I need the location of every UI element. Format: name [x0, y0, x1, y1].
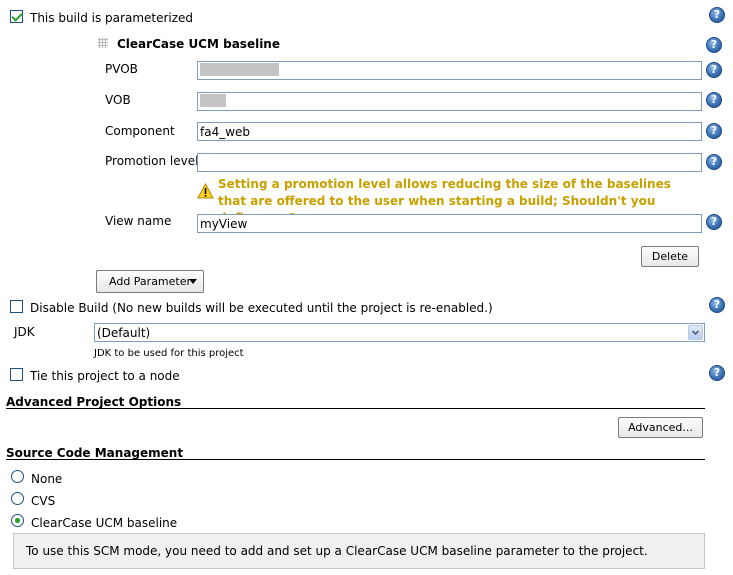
delete-button[interactable]: Delete — [641, 246, 699, 267]
tie-node-label: Tie this project to a node — [30, 369, 180, 383]
help-icon[interactable]: ? — [706, 123, 722, 139]
add-parameter-button[interactable]: Add Parameter — [96, 270, 204, 293]
promotion-level-field[interactable] — [197, 153, 702, 172]
help-icon[interactable]: ? — [706, 214, 722, 230]
parameter-title: ClearCase UCM baseline — [117, 37, 280, 51]
scm-radio-none[interactable] — [11, 470, 24, 483]
scm-title: Source Code Management — [6, 446, 184, 460]
help-icon[interactable]: ? — [706, 92, 722, 108]
jdk-label: JDK — [14, 325, 35, 339]
disable-build-label: Disable Build (No new builds will be exe… — [30, 301, 493, 315]
scm-info-text: To use this SCM mode, you need to add an… — [26, 544, 648, 558]
section-divider — [6, 408, 705, 409]
warning-icon — [197, 182, 214, 199]
view-name-field[interactable]: myView — [197, 214, 702, 233]
jdk-selected-value: (Default) — [97, 326, 151, 340]
pvob-label: PVOB — [105, 62, 138, 76]
redacted-value — [200, 63, 279, 76]
scm-radio-clearcase[interactable] — [11, 514, 24, 527]
advanced-button[interactable]: Advanced... — [618, 417, 703, 438]
scm-option-label: ClearCase UCM baseline — [31, 516, 178, 530]
vob-label: VOB — [105, 93, 131, 107]
jdk-hint: JDK to be used for this project — [94, 348, 244, 359]
help-icon[interactable]: ? — [706, 154, 722, 170]
redacted-value — [200, 94, 226, 107]
disable-build-checkbox[interactable] — [10, 300, 23, 313]
drag-handle-icon[interactable] — [98, 38, 108, 48]
tie-node-checkbox[interactable] — [10, 368, 23, 381]
scm-option-label: None — [31, 472, 63, 486]
vob-field[interactable] — [197, 92, 702, 111]
component-field[interactable]: fa4_web — [197, 122, 702, 141]
scm-info-box: To use this SCM mode, you need to add an… — [13, 533, 705, 569]
dropdown-arrow-icon[interactable] — [688, 325, 703, 340]
advanced-options-title: Advanced Project Options — [6, 395, 182, 409]
help-icon[interactable]: ? — [706, 37, 722, 53]
component-label: Component — [105, 124, 175, 138]
help-icon[interactable]: ? — [706, 62, 722, 78]
view-name-label: View name — [105, 214, 172, 228]
help-icon[interactable]: ? — [709, 365, 725, 381]
parameterized-checkbox[interactable] — [10, 10, 23, 23]
section-divider — [6, 459, 705, 460]
help-icon[interactable]: ? — [709, 297, 725, 313]
parameterized-label: This build is parameterized — [30, 11, 194, 25]
add-parameter-label: Add Parameter — [109, 275, 192, 288]
scm-radio-cvs[interactable] — [11, 492, 24, 505]
chevron-down-icon — [189, 279, 197, 284]
help-icon[interactable]: ? — [709, 7, 725, 23]
jdk-select[interactable]: (Default) — [94, 323, 705, 342]
promotion-level-label: Promotion level — [105, 154, 199, 168]
scm-option-label: CVS — [31, 494, 56, 508]
